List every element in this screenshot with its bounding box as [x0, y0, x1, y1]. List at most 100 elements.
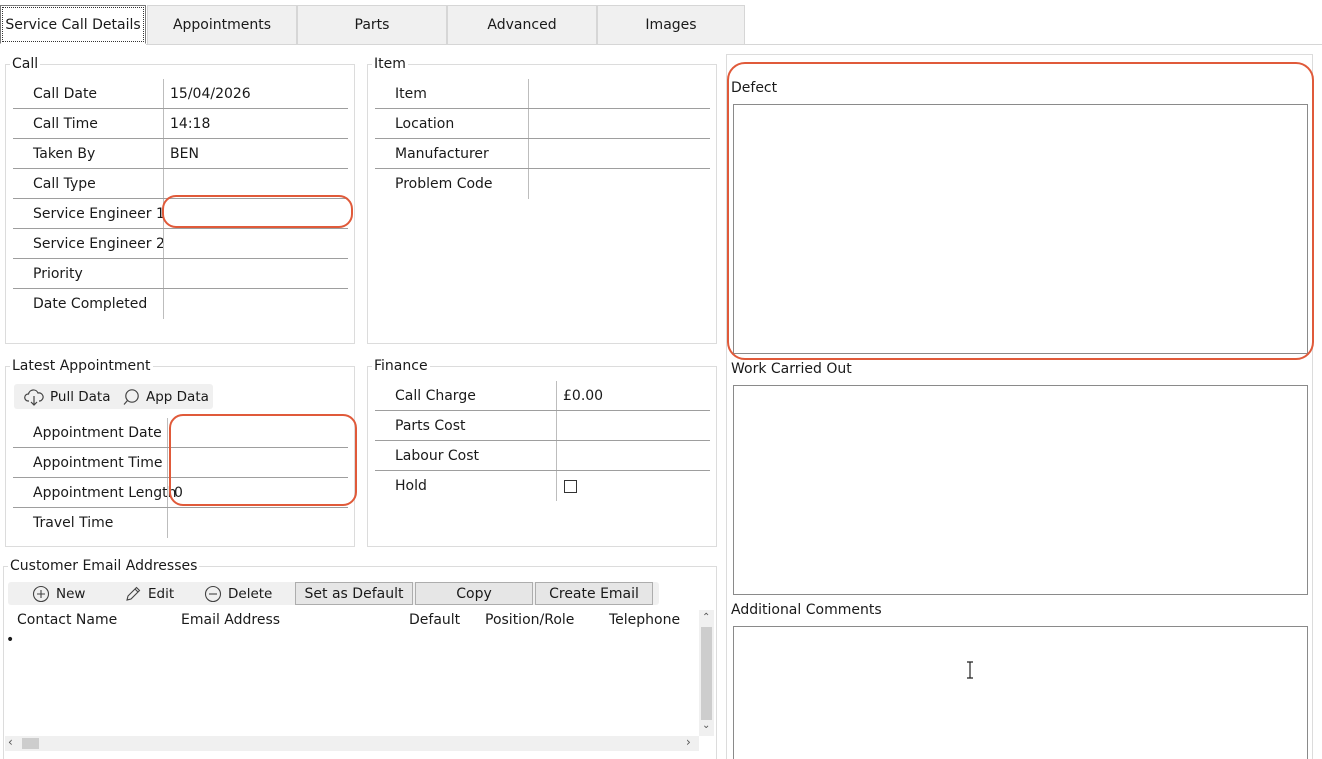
column-separator: [528, 139, 529, 169]
item-group-title: Item: [372, 56, 408, 72]
appointment-field-label: Appointment Date: [33, 425, 162, 441]
text-cursor-icon: [967, 661, 973, 679]
scroll-left-arrow-icon[interactable]: ‹: [8, 735, 13, 749]
column-separator: [163, 79, 164, 109]
finance-field-value[interactable]: £0.00: [563, 388, 603, 404]
new-row-marker: •: [6, 632, 15, 648]
column-separator: [167, 418, 168, 448]
finance-field-label: Hold: [395, 478, 427, 494]
pull-data-label: Pull Data: [50, 389, 111, 405]
call-field-label: Service Engineer 1: [33, 206, 165, 222]
appointment-field-row: Appointment Date: [13, 418, 348, 448]
pencil-icon: [126, 586, 141, 601]
delete-button[interactable]: Delete: [204, 585, 272, 603]
appointment-field-label: Appointment Length: [33, 485, 177, 501]
item-field-row: Problem Code: [375, 169, 710, 199]
call-field-label: Priority: [33, 266, 83, 282]
appointment-field-label: Appointment Time: [33, 455, 163, 471]
scroll-up-arrow-icon[interactable]: ⌃: [702, 612, 710, 623]
finance-field-label: Parts Cost: [395, 418, 466, 434]
finance-field-checkbox[interactable]: [564, 480, 577, 493]
finance-group-title: Finance: [372, 358, 430, 374]
copy-label: Copy: [456, 585, 492, 602]
tab-label: Appointments: [172, 17, 272, 33]
call-field-value[interactable]: 15/04/2026: [170, 86, 251, 102]
item-field-label: Manufacturer: [395, 146, 489, 162]
call-field-row: Call Date 15/04/2026: [13, 79, 348, 109]
defect-label: Defect: [731, 80, 778, 96]
tab-images[interactable]: Images: [597, 5, 745, 44]
column-separator: [556, 381, 557, 411]
column-header-telephone[interactable]: Telephone: [609, 612, 680, 628]
set-as-default-button[interactable]: Set as Default: [295, 582, 413, 605]
app-data-button[interactable]: App Data: [122, 388, 209, 406]
tab-service-call-details[interactable]: Service Call Details: [0, 5, 146, 44]
item-field-label: Item: [395, 86, 427, 102]
grid-horizontal-scrollbar[interactable]: ‹ ›: [5, 735, 699, 751]
column-separator: [163, 169, 164, 199]
call-field-label: Taken By: [33, 146, 96, 162]
delete-label: Delete: [228, 586, 273, 602]
call-field-value[interactable]: BEN: [170, 146, 199, 162]
create-email-label: Create Email: [549, 585, 639, 602]
speech-bubble-icon: [123, 389, 139, 405]
column-separator: [163, 259, 164, 289]
call-field-row: Service Engineer 2: [13, 229, 348, 259]
column-header-email-address[interactable]: Email Address: [181, 612, 280, 628]
call-field-row: Priority: [13, 259, 348, 289]
work-carried-out-label: Work Carried Out: [731, 361, 852, 377]
latest-appointment-title: Latest Appointment: [10, 358, 153, 374]
item-field-label: Problem Code: [395, 176, 493, 192]
horizontal-scroll-thumb[interactable]: [22, 738, 39, 749]
call-field-row: Taken By BEN: [13, 139, 348, 169]
pull-data-button[interactable]: Pull Data: [24, 388, 111, 406]
column-separator: [528, 109, 529, 139]
column-separator: [528, 79, 529, 109]
appointment-field-label: Travel Time: [33, 515, 114, 531]
vertical-scroll-thumb[interactable]: [701, 627, 712, 720]
column-separator: [163, 289, 164, 319]
call-field-label: Date Completed: [33, 296, 148, 312]
appointment-field-row: Travel Time: [13, 508, 348, 538]
minus-circle-icon: [204, 585, 222, 603]
call-field-label: Service Engineer 2: [33, 236, 165, 252]
tab-appointments[interactable]: Appointments: [147, 5, 297, 44]
edit-button[interactable]: Edit: [124, 585, 174, 603]
set-as-default-label: Set as Default: [304, 585, 404, 602]
work-carried-out-textarea[interactable]: [733, 385, 1308, 595]
call-field-row: Call Type: [13, 169, 348, 199]
finance-field-row: Labour Cost: [375, 441, 710, 471]
column-separator: [163, 109, 164, 139]
scroll-right-arrow-icon[interactable]: ›: [686, 735, 691, 749]
column-header-contact-name[interactable]: Contact Name: [17, 612, 117, 628]
tab-label: Parts: [354, 17, 390, 33]
cloud-download-icon: [24, 389, 44, 406]
additional-comments-textarea[interactable]: [733, 626, 1308, 759]
call-field-row: Date Completed: [13, 289, 348, 319]
call-field-row: Service Engineer 1: [13, 199, 348, 229]
tab-advanced[interactable]: Advanced: [447, 5, 597, 44]
defect-textarea[interactable]: [733, 104, 1308, 354]
create-email-button[interactable]: Create Email: [535, 582, 653, 605]
new-label: New: [56, 586, 86, 602]
finance-field-row: Parts Cost: [375, 411, 710, 441]
column-header-default[interactable]: Default: [409, 612, 460, 628]
call-group-title: Call: [10, 56, 41, 72]
new-button[interactable]: New: [32, 585, 85, 603]
appointment-field-value[interactable]: 0: [174, 485, 183, 501]
tab-label: Images: [645, 17, 697, 33]
column-separator: [167, 478, 168, 508]
tab-parts[interactable]: Parts: [297, 5, 447, 44]
grid-vertical-scrollbar[interactable]: ⌃ ⌄: [699, 610, 714, 736]
scroll-down-arrow-icon[interactable]: ⌄: [702, 720, 710, 731]
call-field-label: Call Date: [33, 86, 98, 102]
copy-button[interactable]: Copy: [415, 582, 533, 605]
column-header-position-role[interactable]: Position/Role: [485, 612, 574, 628]
column-separator: [163, 139, 164, 169]
finance-field-row: Hold: [375, 471, 710, 501]
edit-label: Edit: [148, 586, 175, 602]
tab-underline: [146, 44, 1322, 45]
call-field-value[interactable]: 14:18: [170, 116, 210, 132]
column-separator: [556, 411, 557, 441]
item-field-label: Location: [395, 116, 455, 132]
